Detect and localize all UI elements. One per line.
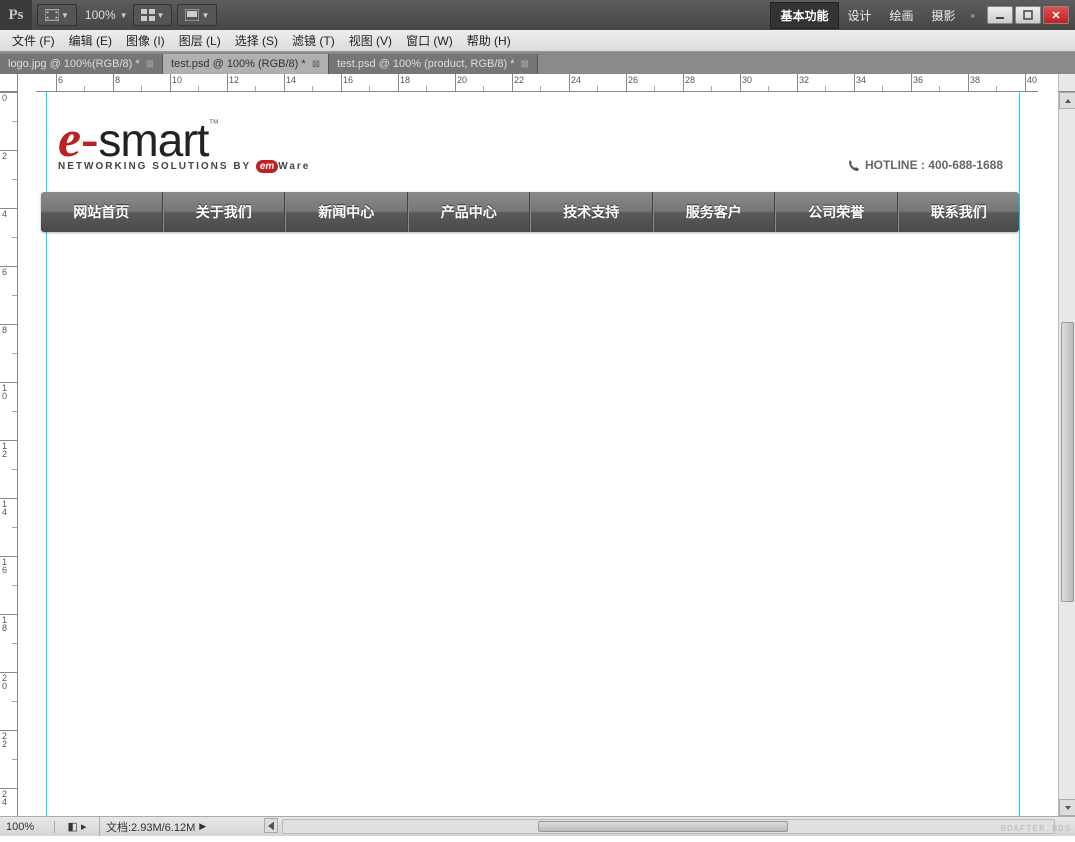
minimize-icon <box>995 10 1005 20</box>
scroll-thumb[interactable] <box>538 821 788 832</box>
watermark: BDAFTER.BDS <box>1001 824 1071 834</box>
nav-products[interactable]: 产品中心 <box>408 192 531 232</box>
menu-filter[interactable]: 滤镜 (T) <box>292 32 335 49</box>
nav-home[interactable]: 网站首页 <box>41 192 163 232</box>
status-doc-size[interactable]: 文档:2.93M/6.12M <box>100 819 195 835</box>
doc-tab[interactable]: logo.jpg @ 100%(RGB/8) * ⊠ <box>0 54 163 74</box>
menu-select[interactable]: 选择 (S) <box>235 32 278 49</box>
nav-service[interactable]: 服务客户 <box>653 192 776 232</box>
menu-edit[interactable]: 编辑 (E) <box>69 32 112 49</box>
guide-vertical[interactable] <box>1019 92 1020 816</box>
maximize-icon <box>1023 10 1033 20</box>
screen-icon <box>185 9 199 21</box>
ruler-vertical[interactable]: 024681012141618202224 <box>0 92 18 816</box>
status-bar: 100% ◧ ▸ 文档:2.93M/6.12M ▶ BDAFTER.BDS <box>0 816 1075 836</box>
nav-news[interactable]: 新闻中心 <box>285 192 408 232</box>
menu-view[interactable]: 视图 (V) <box>349 32 392 49</box>
phone-icon <box>847 159 859 171</box>
menu-file[interactable]: 文件 (F) <box>12 32 55 49</box>
menu-help[interactable]: 帮助 (H) <box>467 32 511 49</box>
menubar: 文件 (F) 编辑 (E) 图像 (I) 图层 (L) 选择 (S) 滤镜 (T… <box>0 30 1075 52</box>
chevron-up-icon <box>1064 97 1072 105</box>
app-logo: Ps <box>0 0 32 30</box>
document-tabs: logo.jpg @ 100%(RGB/8) * ⊠ test.psd @ 100… <box>0 52 1075 74</box>
minimize-button[interactable] <box>987 6 1013 24</box>
workspace-painting[interactable]: 绘画 <box>881 3 923 28</box>
workspace-photography[interactable]: 摄影 <box>923 3 965 28</box>
scroll-left-button[interactable] <box>264 818 278 833</box>
menu-layer[interactable]: 图层 (L) <box>179 32 221 49</box>
close-icon <box>1051 10 1061 20</box>
ruler-horizontal[interactable]: 6810121416182022242628303234363840 <box>36 74 1038 92</box>
nav-honor[interactable]: 公司荣誉 <box>775 192 898 232</box>
site-navbar: 网站首页 关于我们 新闻中心 产品中心 技术支持 服务客户 公司荣誉 联系我们 <box>41 192 1019 232</box>
chevron-left-icon <box>265 820 277 832</box>
nav-about[interactable]: 关于我们 <box>163 192 286 232</box>
doc-tab[interactable]: test.psd @ 100% (RGB/8) * ⊠ <box>163 54 329 74</box>
bridge-button[interactable]: ▼ <box>37 4 77 26</box>
scrollbar-vertical[interactable] <box>1058 92 1075 816</box>
hotline: HOTLINE : 400-688-1688 <box>847 158 1003 172</box>
scroll-down-button[interactable] <box>1059 799 1075 816</box>
close-tab-icon[interactable]: ⊠ <box>312 59 320 70</box>
workspace-design[interactable]: 设计 <box>839 3 881 28</box>
zoom-level[interactable]: 100% <box>85 8 116 22</box>
close-tab-icon[interactable]: ⊠ <box>146 59 154 70</box>
doc-tab[interactable]: test.psd @ 100% (product, RGB/8) * ⊠ <box>329 54 538 74</box>
canvas[interactable]: e-smart™ NETWORKING SOLUTIONS BY emWare … <box>18 92 1058 816</box>
site-logo: e-smart™ NETWORKING SOLUTIONS BY emWare <box>58 110 310 172</box>
doc-tab-label: test.psd @ 100% (product, RGB/8) * <box>337 58 514 70</box>
workspace-essentials[interactable]: 基本功能 <box>770 2 838 29</box>
nav-contact[interactable]: 联系我们 <box>898 192 1020 232</box>
menu-image[interactable]: 图像 (I) <box>126 32 165 49</box>
close-tab-icon[interactable]: ⊠ <box>521 59 529 70</box>
film-icon <box>45 9 59 21</box>
grid-icon <box>141 9 155 21</box>
scroll-thumb[interactable] <box>1061 322 1074 602</box>
menu-window[interactable]: 窗口 (W) <box>406 32 453 49</box>
status-zoom[interactable]: 100% <box>0 821 55 833</box>
arrange-button[interactable]: ▼ <box>133 4 173 26</box>
scroll-up-button[interactable] <box>1059 92 1075 109</box>
nav-support[interactable]: 技术支持 <box>530 192 653 232</box>
close-button[interactable] <box>1043 6 1069 24</box>
app-toolbar: Ps ▼ 100%▼ ▼ ▼ 基本功能 设计 绘画 摄影 » <box>0 0 1075 30</box>
scrollbar-horizontal[interactable] <box>282 819 1055 834</box>
screen-mode-button[interactable]: ▼ <box>177 4 217 26</box>
doc-tab-label: logo.jpg @ 100%(RGB/8) * <box>8 58 140 70</box>
doc-tab-label: test.psd @ 100% (RGB/8) * <box>171 58 306 70</box>
chevron-down-icon <box>1064 804 1072 812</box>
status-nav-icon[interactable]: ◧ ▸ <box>55 817 100 836</box>
maximize-button[interactable] <box>1015 6 1041 24</box>
